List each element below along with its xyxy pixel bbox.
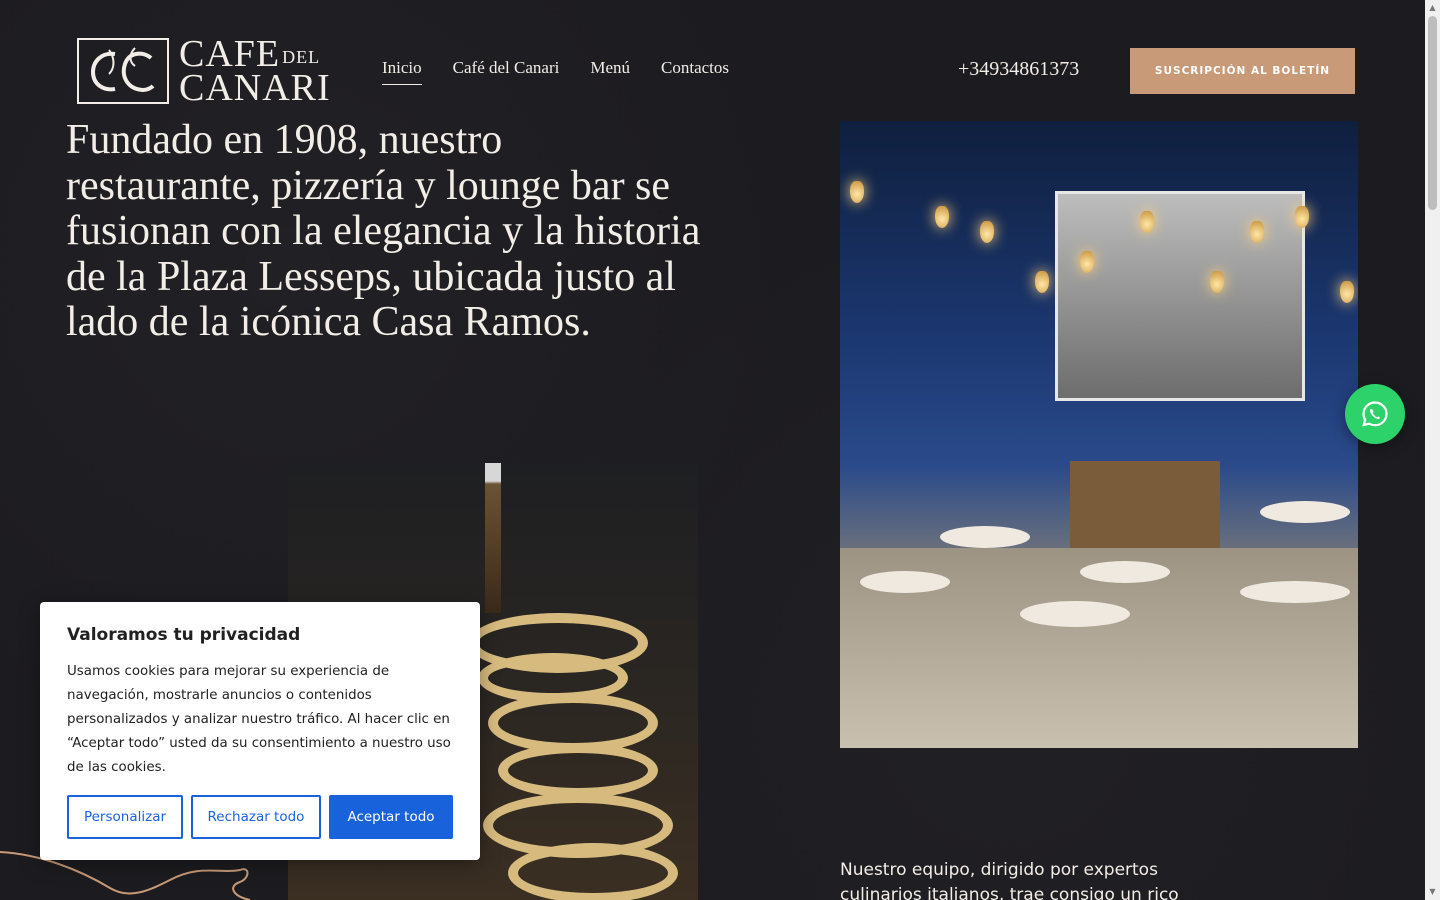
scroll-up-arrow-icon[interactable]: ▲ bbox=[1428, 3, 1437, 13]
light-bulb-icon bbox=[1035, 271, 1049, 293]
nav-item-menu[interactable]: Menú bbox=[590, 58, 630, 85]
newsletter-subscribe-button[interactable]: SUSCRIPCIÓN AL BOLETÍN bbox=[1130, 48, 1355, 94]
light-bulb-icon bbox=[1140, 211, 1154, 233]
whatsapp-icon bbox=[1362, 401, 1388, 427]
vertical-scrollbar[interactable]: ▲ ▼ bbox=[1425, 0, 1440, 900]
light-bulb-icon bbox=[1295, 206, 1309, 228]
team-intro-text: Nuestro equipo, dirigido por expertos cu… bbox=[840, 860, 1179, 900]
logo-line2: CANARI bbox=[179, 67, 331, 109]
historic-photo-mural bbox=[1055, 191, 1305, 401]
cc-monogram-icon bbox=[77, 38, 169, 104]
logo-line1-small: DEL bbox=[282, 47, 321, 67]
cafe-table bbox=[1020, 601, 1130, 627]
nav-item-contactos[interactable]: Contactos bbox=[661, 58, 729, 85]
scrollbar-thumb[interactable] bbox=[1428, 16, 1437, 210]
cookie-accept-all-button[interactable]: Aceptar todo bbox=[329, 795, 453, 839]
cafe-table bbox=[940, 526, 1030, 548]
light-bulb-icon bbox=[1340, 281, 1354, 303]
whatsapp-button[interactable] bbox=[1345, 384, 1405, 444]
light-bulb-icon bbox=[850, 181, 864, 203]
scroll-down-arrow-icon[interactable]: ▼ bbox=[1428, 887, 1437, 897]
nav-item-cafe-del-canari[interactable]: Café del Canari bbox=[453, 58, 560, 85]
cafe-table bbox=[1240, 581, 1350, 603]
noodle-shape bbox=[508, 843, 678, 900]
fork-shape bbox=[485, 463, 501, 613]
phone-number-link[interactable]: +34934861373 bbox=[958, 58, 1079, 81]
light-bulb-icon bbox=[1210, 271, 1224, 293]
cookie-body-text: Usamos cookies para mejorar su experienc… bbox=[67, 664, 451, 775]
nav-item-inicio[interactable]: Inicio bbox=[382, 58, 422, 85]
site-header: CAFE DEL CANARI Inicio Café del Canari Me… bbox=[0, 0, 1425, 120]
cookie-title: Valoramos tu privacidad bbox=[67, 625, 301, 645]
light-bulb-icon bbox=[1250, 221, 1264, 243]
main-nav: Inicio Café del Canari Menú Contactos bbox=[382, 58, 729, 85]
cafe-table bbox=[1260, 501, 1350, 523]
cafe-table bbox=[1080, 561, 1170, 583]
light-bulb-icon bbox=[980, 221, 994, 243]
hero-title: Fundado en 1908, nuestro restaurante, pi… bbox=[66, 117, 701, 345]
site-logo[interactable]: CAFE DEL CANARI bbox=[77, 35, 337, 109]
restaurant-interior-image bbox=[840, 121, 1358, 748]
cafe-table bbox=[860, 571, 950, 593]
cookie-customize-button[interactable]: Personalizar bbox=[67, 795, 183, 839]
cookie-reject-all-button[interactable]: Rechazar todo bbox=[191, 795, 321, 839]
light-bulb-icon bbox=[935, 206, 949, 228]
noodle-shape bbox=[498, 743, 658, 798]
light-bulb-icon bbox=[1080, 251, 1094, 273]
cookie-consent-dialog: Valoramos tu privacidad Usamos cookies p… bbox=[40, 602, 480, 860]
logo-wordmark: CAFE DEL CANARI bbox=[179, 35, 331, 109]
